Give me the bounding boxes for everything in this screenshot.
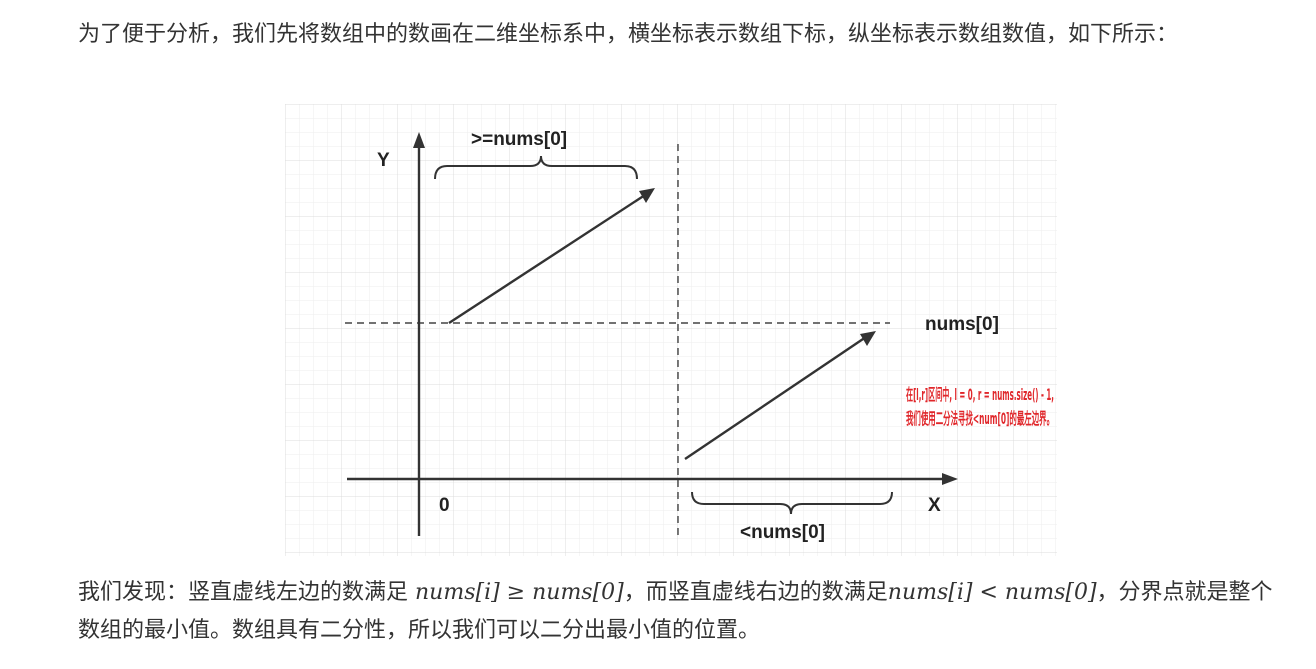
- conclusion-text-1: 我们发现：竖直虚线左边的数满足: [78, 580, 415, 605]
- formula-left-region: nums[i] ≥ nums[0]: [415, 580, 624, 605]
- origin-label: 0: [439, 495, 450, 516]
- conclusion-paragraph: 我们发现：竖直虚线左边的数满足 nums[i] ≥ nums[0]，而竖直虚线右…: [78, 574, 1278, 650]
- formula-right-region: nums[i] < nums[0]: [887, 580, 1097, 605]
- x-axis-label: X: [928, 495, 941, 516]
- left-brace-label: >=nums[0]: [471, 129, 567, 150]
- note-line-1: 在[l,r]区间中, l = 0, r = nums.size() - 1,: [906, 385, 1054, 404]
- coordinate-diagram: Y X 0 >=nums[0] <nums[0] nums[0] 在[l,r]区…: [285, 104, 1057, 556]
- diagram-svg: Y X 0 >=nums[0] <nums[0] nums[0] 在[l,r]区…: [285, 104, 1057, 556]
- horizontal-line-label: nums[0]: [925, 314, 999, 335]
- intro-paragraph: 为了便于分析，我们先将数组中的数画在二维坐标系中，横坐标表示数组下标，纵坐标表示…: [78, 22, 1179, 47]
- right-brace-label: <nums[0]: [740, 522, 825, 543]
- conclusion-text-2: ，而竖直虚线右边的数满足: [623, 580, 888, 605]
- note-line-2: 我们使用二分法寻找<num[0]的最左边界。: [906, 409, 1054, 428]
- y-axis-label: Y: [377, 150, 390, 171]
